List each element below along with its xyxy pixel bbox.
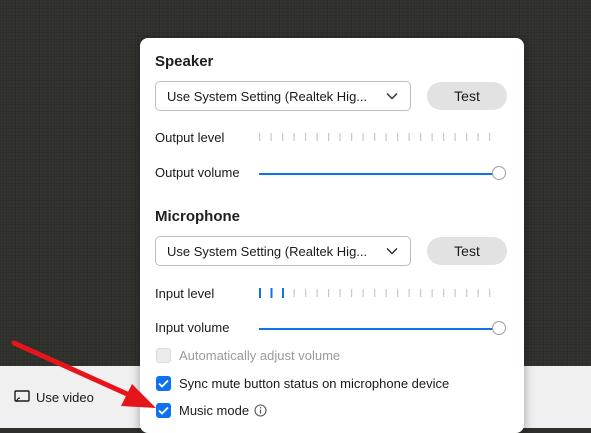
meter-tick [477,133,479,141]
meter-tick [293,289,295,297]
meter-tick [454,133,456,141]
meter-tick [282,133,284,141]
screen-share-icon [14,390,30,402]
sync-mute-checkbox[interactable] [156,376,171,391]
meter-tick [328,289,330,297]
use-video-label: Use video [36,389,94,405]
meter-tick [362,289,364,297]
microphone-device-select[interactable]: Use System Setting (Realtek Hig... [155,236,411,266]
speaker-title: Speaker [155,53,214,70]
input-level-meter [259,288,491,298]
meter-tick [293,133,295,141]
meter-tick [270,133,272,141]
auto-adjust-checkbox[interactable] [156,348,171,363]
music-mode-checkbox[interactable] [156,403,171,418]
sync-mute-label: Sync mute button status on microphone de… [179,376,450,391]
meter-tick [443,133,445,141]
meter-tick [408,289,410,297]
meter-tick [489,133,491,141]
meter-tick [420,289,422,297]
info-icon[interactable] [254,404,267,417]
slider-fill [259,173,499,175]
meter-tick [305,133,307,141]
meter-tick [305,289,307,297]
use-video-option[interactable]: Use video [14,389,94,405]
meter-tick [466,289,468,297]
meter-tick [397,289,399,297]
meter-tick [454,289,456,297]
speaker-test-button[interactable]: Test [427,82,507,110]
music-mode-label: Music mode [179,403,250,418]
output-level-label: Output level [155,130,225,145]
meter-tick [489,289,491,297]
output-volume-slider[interactable] [259,166,506,182]
auto-adjust-volume-option[interactable]: Automatically adjust volume [156,348,340,363]
chevron-down-icon [386,92,398,100]
meter-tick [339,289,341,297]
speaker-device-value: Use System Setting (Realtek Hig... [167,88,368,104]
meter-tick [374,133,376,141]
meter-tick [316,289,318,297]
slider-fill [259,328,499,330]
slider-thumb[interactable] [492,166,506,180]
meter-tick [431,289,433,297]
meter-tick [362,133,364,141]
meter-tick [374,289,376,297]
meter-tick [466,133,468,141]
meter-tick [316,133,318,141]
chevron-down-icon [386,247,398,255]
meter-tick [351,133,353,141]
speaker-device-select[interactable]: Use System Setting (Realtek Hig... [155,81,411,111]
checkmark-icon [158,406,169,415]
meter-tick-active [270,288,273,298]
slider-thumb[interactable] [492,321,506,335]
meter-tick [259,133,261,141]
microphone-device-value: Use System Setting (Realtek Hig... [167,243,368,259]
meter-tick [328,133,330,141]
output-level-meter [259,133,491,141]
checkmark-icon [158,379,169,388]
meter-tick [351,289,353,297]
meter-tick [385,289,387,297]
meter-tick-active [259,288,261,298]
microphone-test-button[interactable]: Test [427,237,507,265]
sync-mute-option[interactable]: Sync mute button status on microphone de… [156,376,449,391]
meter-tick [397,133,399,141]
input-volume-label: Input volume [155,320,230,335]
input-level-label: Input level [155,286,215,301]
audio-settings-panel: Speaker Use System Setting (Realtek Hig.… [140,38,524,433]
meter-tick [420,133,422,141]
meter-tick [385,133,387,141]
input-volume-slider[interactable] [259,321,506,337]
meter-tick-active [282,288,284,298]
meter-tick [443,289,445,297]
microphone-title: Microphone [155,208,240,225]
meter-tick [339,133,341,141]
music-mode-option[interactable]: Music mode [156,403,267,418]
meter-tick [408,133,410,141]
meter-tick [431,133,433,141]
output-volume-label: Output volume [155,165,240,180]
auto-adjust-label: Automatically adjust volume [179,348,341,363]
meter-tick [477,289,479,297]
